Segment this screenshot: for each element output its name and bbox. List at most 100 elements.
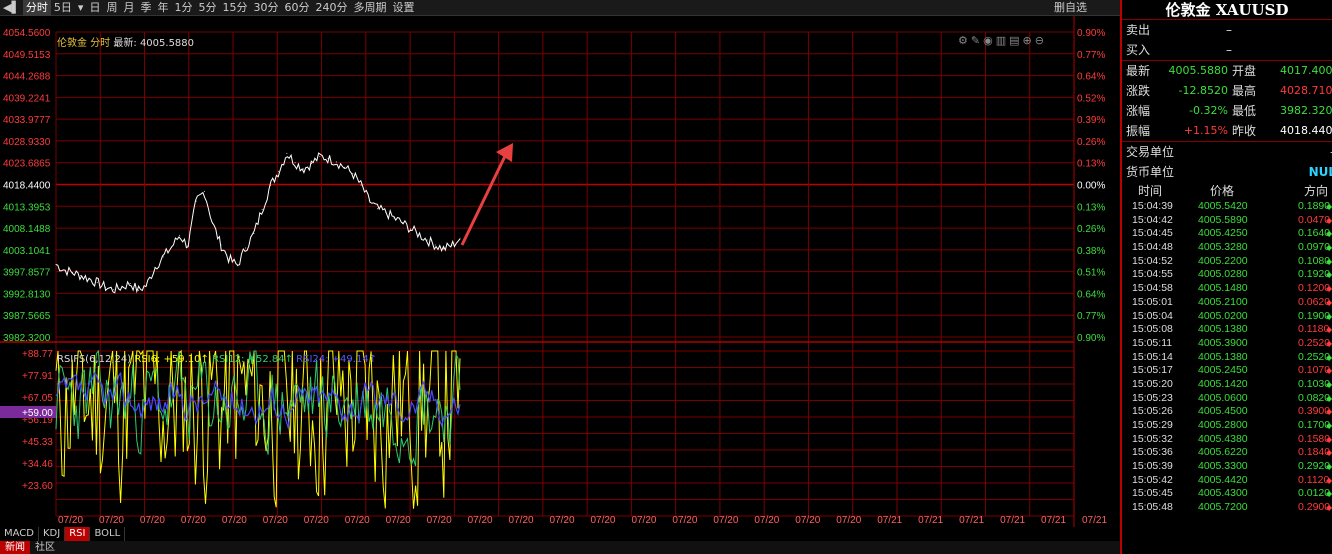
- quote-key: 涨跌: [1126, 84, 1151, 98]
- period-tab[interactable]: 年: [154, 0, 171, 16]
- price-point: [286, 152, 288, 154]
- quote-key: 最低: [1232, 104, 1257, 118]
- price-axis-label: 3997.8577: [3, 268, 51, 279]
- pct-axis-label: 0.13%: [1077, 202, 1105, 213]
- period-tab[interactable]: 日: [86, 0, 103, 16]
- chart-area[interactable]: 4054.5600 0.90% 4049.5153 0.77% 4044.2688 0.6…: [0, 16, 1120, 527]
- rsi24-value: RSI24: +49.14↑: [296, 354, 378, 365]
- pct-axis-label: 0.64%: [1077, 289, 1105, 300]
- bottom-tab[interactable]: 新闻: [0, 541, 30, 554]
- period-tab[interactable]: 60分: [281, 0, 312, 16]
- trade-row: 15:05:39 4005.3300 0.2920 ◆: [1122, 460, 1332, 474]
- lock-icon[interactable]: ▤: [1009, 34, 1022, 47]
- time-axis-label: 07/21: [1082, 515, 1107, 526]
- eye-icon[interactable]: ◉: [983, 34, 996, 47]
- settings-icon[interactable]: ⚙: [958, 34, 971, 47]
- up-arrow-icon: ◆: [1326, 284, 1332, 294]
- price-axis-label: 3992.8130: [3, 289, 51, 300]
- period-tab[interactable]: 周: [103, 0, 120, 16]
- price-point: [88, 278, 90, 280]
- period-tab[interactable]: 15分: [219, 0, 250, 16]
- period-tab[interactable]: 多周期: [350, 0, 389, 16]
- rsi6-line: [55, 349, 461, 509]
- trade-price: 4005.2800: [1198, 419, 1248, 431]
- trade-row: 15:04:39 4005.5420 0.1890 ◆: [1122, 200, 1332, 214]
- price-point: [352, 173, 354, 175]
- indicator-tab[interactable]: KDJ: [39, 527, 66, 541]
- price-point: [170, 246, 172, 248]
- delete-watch-button[interactable]: 删自选: [1051, 0, 1090, 16]
- trade-time: 15:04:48: [1132, 241, 1173, 254]
- down-arrow-icon: ◆: [1326, 462, 1332, 472]
- rsi-axis-label: +34.46: [22, 459, 53, 470]
- toggle-panel-icon[interactable]: ◀▌: [0, 0, 23, 16]
- period-tab[interactable]: 5日: [51, 0, 75, 16]
- trade-price: 4005.1380: [1198, 350, 1248, 363]
- chart-canvas[interactable]: 4054.5600 0.90% 4049.5153 0.77% 4044.2688 0.6…: [0, 16, 1120, 527]
- dropdown-icon[interactable]: ▾: [75, 0, 87, 16]
- down-arrow-icon: ◆: [1326, 352, 1332, 362]
- period-tab[interactable]: 月: [120, 0, 137, 16]
- trade-time: 15:05:20: [1132, 377, 1173, 390]
- down-arrow-icon: ◆: [1326, 393, 1332, 403]
- time-axis-label: 07/20: [509, 515, 534, 526]
- indicator-tab[interactable]: BOLL: [90, 527, 126, 541]
- zoom-in-icon[interactable]: ⊕: [1023, 34, 1035, 47]
- time-axis-label: 07/21: [1041, 515, 1066, 526]
- period-tab[interactable]: 30分: [250, 0, 281, 16]
- down-arrow-icon: ◆: [1326, 270, 1332, 280]
- trade-row: 15:04:58 4005.1480 0.1200 ◆: [1122, 282, 1332, 296]
- quote-value: 4005.5880: [1168, 64, 1229, 77]
- up-arrow-icon: ◆: [1326, 366, 1332, 376]
- price-point: [236, 265, 238, 267]
- trade-price: 4005.5420: [1198, 200, 1248, 212]
- trade-time: 15:05:36: [1132, 446, 1173, 459]
- price-point: [162, 256, 164, 258]
- down-arrow-icon: ◆: [1326, 229, 1332, 239]
- time-axis-label: 07/20: [58, 515, 83, 526]
- quote-row: 振幅 +1.15% 昨收 4018.4400: [1122, 121, 1332, 141]
- trade-time: 15:05:42: [1132, 473, 1173, 486]
- trade-time: 15:04:58: [1132, 282, 1173, 295]
- trades-header: 时间 价格 方向: [1122, 182, 1332, 200]
- price-axis-label: 4028.9330: [3, 137, 51, 148]
- period-tab[interactable]: 240分: [312, 0, 350, 16]
- zoom-out-icon[interactable]: ⊖: [1035, 34, 1047, 47]
- trade-price: 4005.4300: [1198, 487, 1248, 500]
- trade-time: 15:04:52: [1132, 254, 1173, 267]
- quote-key: 最高: [1232, 84, 1257, 98]
- trade-row: 15:05:01 4005.2100 0.0620 ◆: [1122, 296, 1332, 310]
- time-axis-label: 07/21: [1000, 515, 1025, 526]
- down-arrow-icon: ◆: [1326, 311, 1332, 321]
- pct-axis-label: 0.38%: [1077, 246, 1105, 257]
- period-tab[interactable]: 5分: [195, 0, 219, 16]
- period-tab[interactable]: 季: [137, 0, 154, 16]
- price-point: [146, 284, 148, 286]
- period-tab[interactable]: 设置: [389, 0, 417, 16]
- trash-icon[interactable]: ▥: [996, 34, 1009, 47]
- period-tab[interactable]: 分时: [22, 0, 51, 16]
- time-axis-label: 07/20: [795, 515, 820, 526]
- rsi-legend: RSIFS(6,12,24) RSI6: +59.10↑ RSI12: +52.…: [57, 354, 377, 365]
- trade-time: 15:05:26: [1132, 405, 1173, 418]
- bottom-tab[interactable]: 社区: [30, 541, 60, 554]
- trade-row: 15:05:26 4005.4500 0.3900 ◆: [1122, 405, 1332, 419]
- trade-price: 4005.0600: [1198, 391, 1248, 404]
- up-arrow-icon: ◆: [1326, 215, 1332, 225]
- indicator-tab[interactable]: RSI: [65, 527, 91, 541]
- trade-row: 15:05:36 4005.6220 0.1840 ◆: [1122, 446, 1332, 460]
- time-axis-label: 07/21: [959, 515, 984, 526]
- period-tab[interactable]: 1分: [171, 0, 195, 16]
- trade-price: 4005.3900: [1198, 336, 1248, 349]
- buy-label: 买入: [1126, 43, 1151, 57]
- rsi-axis-label: +67.05: [22, 393, 53, 404]
- price-axis-label: 4003.1041: [3, 246, 51, 257]
- price-point: [401, 222, 403, 224]
- trade-price: 4005.4380: [1198, 432, 1248, 445]
- down-arrow-icon: ◆: [1326, 379, 1332, 389]
- up-arrow-icon: ◆: [1326, 407, 1332, 417]
- pencil-icon[interactable]: ✎: [971, 34, 983, 47]
- trade-row: 15:05:04 4005.0200 0.1900 ◆: [1122, 310, 1332, 324]
- indicator-tab[interactable]: MACD: [0, 527, 39, 541]
- price-axis-label: 3987.5665: [3, 311, 51, 322]
